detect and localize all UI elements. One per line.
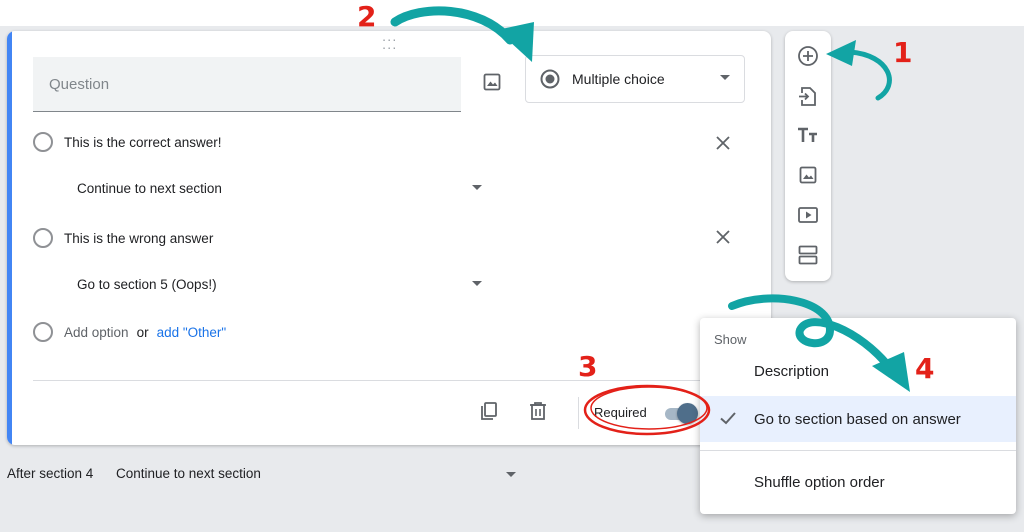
radio-icon [33, 228, 53, 248]
add-title-icon[interactable] [796, 123, 820, 147]
card-footer-divider [33, 380, 745, 381]
or-text: or [136, 324, 149, 340]
annotation-number-1: 1 [893, 36, 913, 69]
active-card-indicator [7, 31, 12, 445]
floating-toolbar [785, 31, 831, 281]
duplicate-icon[interactable] [477, 399, 501, 423]
question-type-label: Multiple choice [572, 71, 665, 87]
after-section-dropdown[interactable]: Continue to next section [116, 466, 516, 481]
add-question-icon[interactable] [796, 44, 820, 68]
question-card[interactable]: ⋅⋅⋅⋅⋅⋅ Multiple choice This is the corre… [7, 31, 771, 445]
section-destination-dropdown[interactable]: Continue to next section [77, 173, 482, 203]
remove-option-icon[interactable] [711, 225, 735, 249]
menu-item-label: Description [754, 362, 830, 380]
required-label: Required [594, 405, 647, 420]
add-image-icon[interactable] [796, 163, 820, 187]
required-toggle[interactable] [663, 403, 699, 424]
annotation-number-3: 3 [578, 350, 598, 383]
menu-item-go-to-section[interactable]: Go to section based on answer [700, 396, 1016, 442]
section-destination-dropdown[interactable]: Go to section 5 (Oops!) [77, 269, 482, 299]
option-label[interactable]: This is the correct answer! [64, 135, 222, 150]
destination-label: Continue to next section [77, 180, 222, 196]
add-other-link[interactable]: add "Other" [157, 325, 227, 340]
question-input-field[interactable] [33, 57, 461, 112]
radio-icon [33, 132, 53, 152]
chevron-down-icon [506, 472, 516, 477]
add-video-icon[interactable] [796, 203, 820, 227]
chevron-down-icon [720, 75, 730, 80]
chevron-down-icon [472, 185, 482, 190]
option-row[interactable]: This is the correct answer! [33, 127, 222, 157]
option-label[interactable]: This is the wrong answer [64, 231, 213, 246]
radio-selected-icon [540, 69, 560, 89]
footer-separator [578, 397, 579, 429]
annotation-number-2: 2 [357, 0, 377, 33]
menu-item-shuffle[interactable]: Shuffle option order [700, 459, 1016, 505]
question-input[interactable] [33, 57, 461, 111]
menu-item-label: Go to section based on answer [754, 410, 961, 428]
chevron-down-icon [472, 281, 482, 286]
menu-item-description[interactable]: Description [700, 348, 1016, 394]
add-section-icon[interactable] [796, 243, 820, 267]
after-section-value: Continue to next section [116, 466, 261, 481]
remove-option-icon[interactable] [711, 131, 735, 155]
drag-handle-icon[interactable]: ⋅⋅⋅ ⋅⋅⋅ [382, 34, 397, 55]
after-section-label: After section 4 [7, 466, 94, 481]
radio-icon [33, 322, 53, 342]
add-option-row[interactable]: Add option or add "Other" [33, 317, 226, 347]
more-options-menu: Show Description Go to section based on … [700, 318, 1016, 514]
add-image-icon[interactable] [477, 67, 507, 97]
add-option-link[interactable]: Add option [64, 325, 129, 340]
toggle-knob [677, 403, 698, 424]
menu-item-label: Shuffle option order [754, 473, 885, 491]
question-type-dropdown[interactable]: Multiple choice [525, 55, 745, 103]
delete-icon[interactable] [526, 399, 550, 423]
menu-header: Show [714, 332, 747, 347]
annotation-number-4: 4 [915, 352, 935, 385]
destination-label: Go to section 5 (Oops!) [77, 276, 217, 292]
menu-divider [700, 450, 1016, 451]
import-questions-icon[interactable] [796, 84, 820, 108]
check-icon [720, 412, 736, 425]
option-row[interactable]: This is the wrong answer [33, 223, 213, 253]
